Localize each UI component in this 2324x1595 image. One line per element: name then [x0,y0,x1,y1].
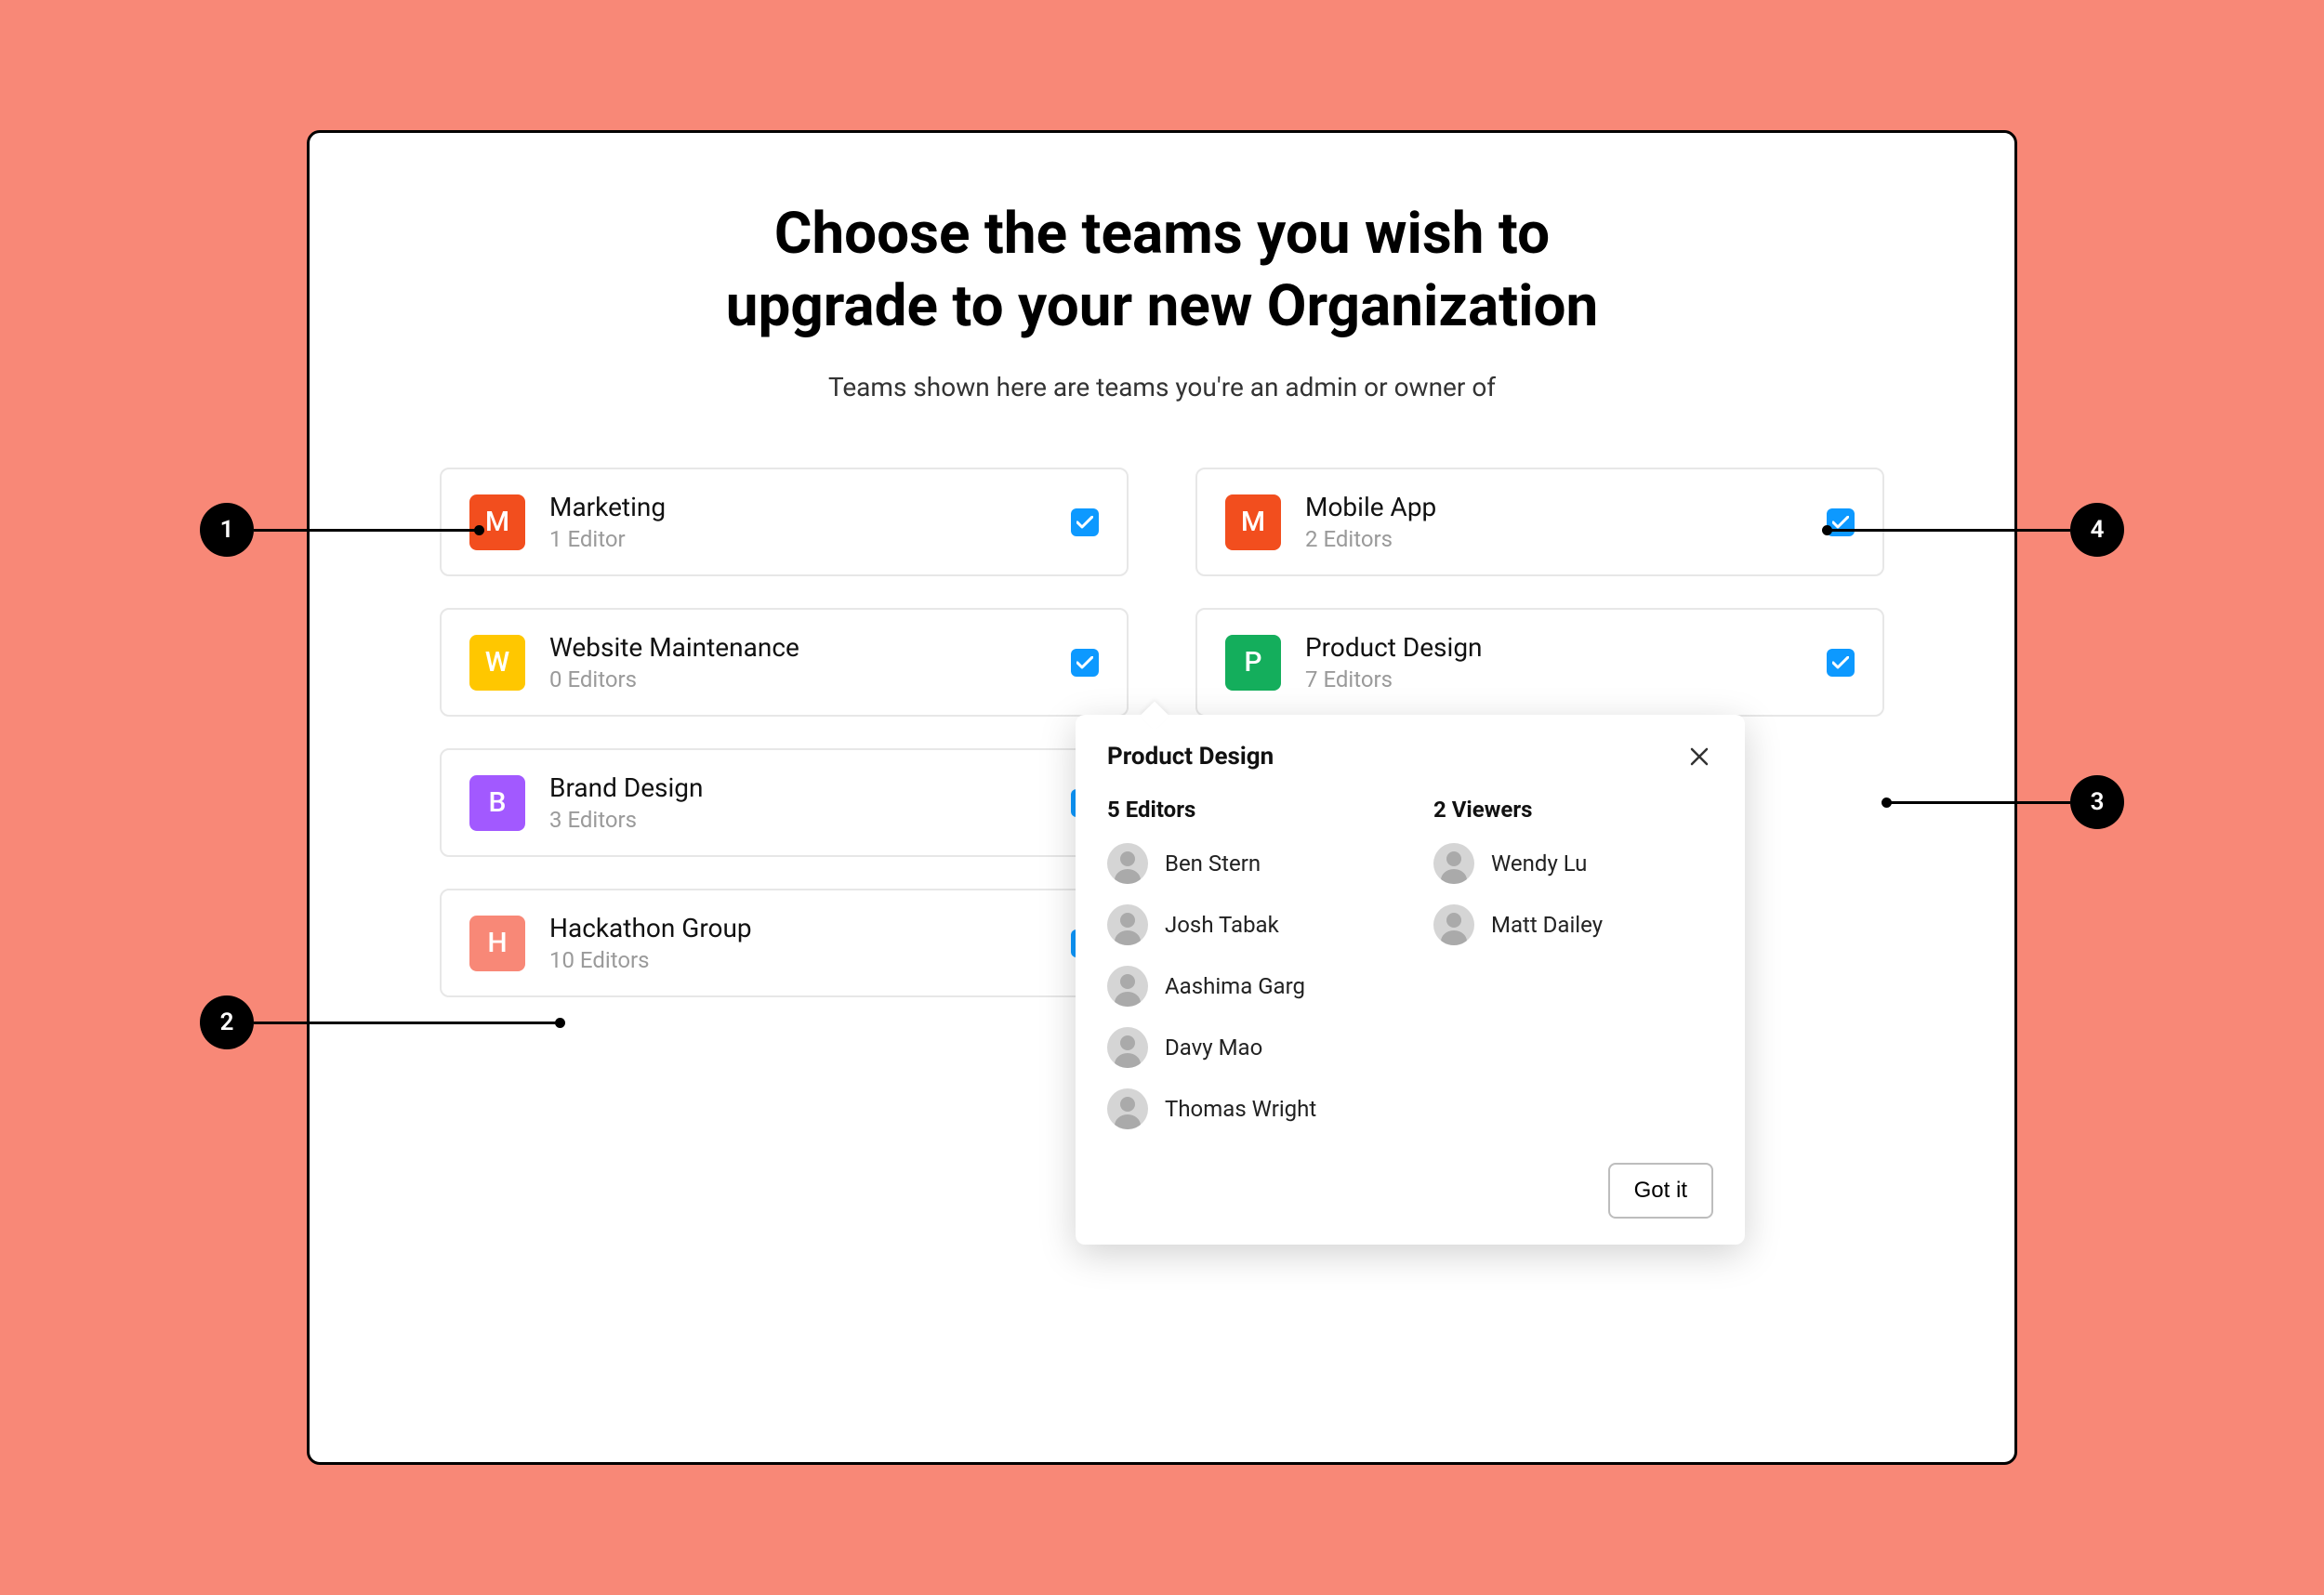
team-card-marketing[interactable]: M Marketing 1 Editor [440,468,1129,576]
popover-title: Product Design [1107,743,1274,771]
team-card-body: Product Design 7 Editors [1305,632,1802,692]
member-avatar [1107,904,1148,945]
team-card-product-design[interactable]: P Product Design 7 Editors [1195,608,1884,717]
team-avatar: P [1225,635,1281,691]
team-avatar: B [469,775,525,831]
close-button[interactable] [1685,743,1713,771]
team-name: Website Maintenance [549,632,1047,663]
callout-badge-1: 1 [200,503,254,557]
callout-number: 2 [220,1008,234,1036]
checkmark-icon [1076,516,1093,529]
team-card-hackathon-group[interactable]: H Hackathon Group 10 Editors [440,889,1129,997]
member-row: Thomas Wright [1107,1088,1387,1129]
callout-badge-4: 4 [2070,503,2124,557]
main-panel: Choose the teams you wish to upgrade to … [307,130,2017,1465]
team-checkbox[interactable] [1071,508,1099,536]
close-icon [1689,746,1710,767]
member-row: Davy Mao [1107,1027,1387,1068]
team-editor-count: 2 Editors [1305,526,1802,552]
team-details-popover: Product Design 5 Editors Ben Stern Josh … [1076,715,1745,1245]
popover-footer: Got it [1107,1163,1713,1219]
team-editor-count: 0 Editors [549,666,1047,692]
member-name: Aashima Garg [1165,973,1305,999]
callout-badge-3: 3 [2070,775,2124,829]
callout-line-4 [1827,529,2070,532]
team-card-body: Mobile App 2 Editors [1305,492,1802,552]
team-avatar: W [469,635,525,691]
member-avatar [1433,904,1474,945]
member-row: Aashima Garg [1107,966,1387,1007]
member-row: Wendy Lu [1433,843,1713,884]
member-name: Matt Dailey [1491,912,1603,938]
popover-columns: 5 Editors Ben Stern Josh Tabak Aashima G… [1107,797,1713,1150]
callout-number: 3 [2091,788,2105,816]
member-row: Josh Tabak [1107,904,1387,945]
callout-badge-2: 2 [200,995,254,1049]
page-subtitle: Teams shown here are teams you're an adm… [440,372,1884,402]
callout-line-2 [254,1022,561,1024]
editors-column: 5 Editors Ben Stern Josh Tabak Aashima G… [1107,797,1387,1150]
team-editor-count: 1 Editor [549,526,1047,552]
title-line-1: Choose the teams you wish to [774,200,1550,268]
checkmark-icon [1832,656,1849,669]
team-name: Hackathon Group [549,913,1047,943]
team-editor-count: 10 Editors [549,947,1047,973]
member-avatar [1107,966,1148,1007]
checkmark-icon [1076,656,1093,669]
got-it-button[interactable]: Got it [1608,1163,1713,1219]
callout-line-3 [1886,801,2070,804]
team-editor-count: 3 Editors [549,807,1047,833]
team-card-mobile-app[interactable]: M Mobile App 2 Editors [1195,468,1884,576]
team-name: Marketing [549,492,1047,522]
member-name: Davy Mao [1165,1035,1262,1061]
team-checkbox[interactable] [1827,649,1855,677]
member-name: Thomas Wright [1165,1096,1316,1122]
team-name: Product Design [1305,632,1802,663]
viewers-heading: 2 Viewers [1433,797,1713,823]
viewers-column: 2 Viewers Wendy Lu Matt Dailey [1433,797,1713,1150]
member-name: Ben Stern [1165,850,1261,877]
team-avatar: M [1225,494,1281,550]
team-avatar: M [469,494,525,550]
member-row: Matt Dailey [1433,904,1713,945]
member-avatar [1433,843,1474,884]
callout-line-1 [254,529,480,532]
team-checkbox[interactable] [1071,649,1099,677]
member-row: Ben Stern [1107,843,1387,884]
team-name: Brand Design [549,772,1047,803]
member-avatar [1107,843,1148,884]
callout-number: 4 [2091,516,2105,544]
team-card-brand-design[interactable]: B Brand Design 3 Editors [440,748,1129,857]
team-card-body: Hackathon Group 10 Editors [549,913,1047,973]
team-editor-count: 7 Editors [1305,666,1802,692]
team-card-body: Website Maintenance 0 Editors [549,632,1047,692]
editors-heading: 5 Editors [1107,797,1387,823]
member-avatar [1107,1027,1148,1068]
team-card-body: Brand Design 3 Editors [549,772,1047,833]
title-line-2: upgrade to your new Organization [726,272,1599,340]
member-avatar [1107,1088,1148,1129]
team-card-website-maintenance[interactable]: W Website Maintenance 0 Editors [440,608,1129,717]
page-title: Choose the teams you wish to upgrade to … [440,198,1884,342]
team-card-body: Marketing 1 Editor [549,492,1047,552]
team-avatar: H [469,916,525,971]
checkmark-icon [1832,516,1849,529]
member-name: Wendy Lu [1491,850,1587,877]
popover-header: Product Design [1107,743,1713,771]
callout-number: 1 [220,516,234,544]
member-name: Josh Tabak [1165,912,1279,938]
team-name: Mobile App [1305,492,1802,522]
